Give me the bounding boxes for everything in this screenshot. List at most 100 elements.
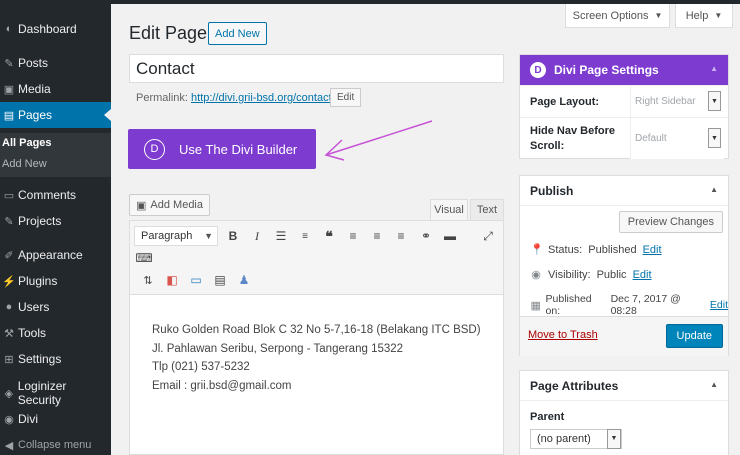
sidebar-item-tools[interactable]: ⚒ Tools <box>0 320 111 346</box>
permalink-link[interactable]: http://divi.grii-bsd.org/contact/ <box>191 92 335 104</box>
add-new-button[interactable]: Add New <box>208 22 267 45</box>
content-line: Tlp (021) 537-5232 <box>152 361 250 373</box>
sidebar-item-pages[interactable]: ▤ Pages <box>0 102 111 128</box>
post-title-input[interactable]: Contact <box>129 54 504 83</box>
sidebar-item-label: Settings <box>18 352 62 366</box>
collapse-arrow-icon[interactable]: ▲ <box>710 185 718 194</box>
publish-actions: Move to Trash Update <box>520 316 728 356</box>
screen-options-label: Screen Options <box>572 9 649 22</box>
format-select-value: Paragraph <box>141 230 193 242</box>
submenu-all-pages[interactable]: All Pages <box>0 133 111 154</box>
visibility-label: Visibility: <box>548 268 591 281</box>
status-value: Published <box>588 243 637 256</box>
dashboard-icon: ◐ <box>5 23 13 35</box>
page-attributes-header[interactable]: Page Attributes ▲ <box>520 371 728 401</box>
settings-icon: ⊞ <box>4 353 14 366</box>
add-media-button[interactable]: ▣ Add Media <box>129 194 210 216</box>
date-edit-link[interactable]: Edit <box>710 299 728 311</box>
shield-icon: ◈ <box>4 387 14 400</box>
sidebar-item-dashboard[interactable]: ◐ Dashboard <box>0 16 111 42</box>
italic-icon[interactable]: I <box>247 226 267 246</box>
bullet-list-icon[interactable]: ☰ <box>271 226 291 246</box>
caret-down-icon: ▼ <box>654 11 663 20</box>
format-select[interactable]: Paragraph ▼ <box>134 226 218 246</box>
divi-icon: ◉ <box>4 413 14 426</box>
publish-panel: Publish ▲ Preview Changes 📍 Status: Publish… <box>519 175 729 356</box>
fullscreen-icon[interactable]: ⤢ <box>478 226 498 246</box>
caret-down-icon: ▼ <box>714 11 723 20</box>
bold-icon[interactable]: B <box>223 226 243 246</box>
divi-settings-header[interactable]: D Divi Page Settings ▲ <box>520 55 728 85</box>
preview-changes-button[interactable]: Preview Changes <box>618 211 723 233</box>
use-divi-builder-button[interactable]: D Use The Divi Builder <box>128 129 316 169</box>
editor-toolbar: Paragraph ▼ B I ☰ ≡ ❝ ≡ ≡ ≡ ⚭ ▬ ⤢ ⌨ ⇅ ◧ ▭… <box>130 221 503 295</box>
sidebar-item-label: Pages <box>18 108 53 122</box>
numbered-list-icon[interactable]: ≡ <box>295 226 315 246</box>
sidebar-item-users[interactable]: ● Users <box>0 294 111 320</box>
caret-down-icon[interactable]: ▼ <box>708 128 721 148</box>
align-right-icon[interactable]: ≡ <box>391 226 411 246</box>
divi-settings-title: Divi Page Settings <box>554 63 659 77</box>
collapse-menu-button[interactable]: ◀ Collapse menu <box>0 432 111 455</box>
sidebar-item-comments[interactable]: ▭ Comments <box>0 182 111 208</box>
caret-down-icon: ▼ <box>204 231 213 241</box>
caret-down-icon[interactable]: ▼ <box>607 429 621 449</box>
link-icon[interactable]: ⚭ <box>416 226 436 246</box>
collapse-arrow-icon[interactable]: ▲ <box>710 64 718 73</box>
status-edit-link[interactable]: Edit <box>643 244 662 256</box>
sidebar-item-plugins[interactable]: ⚡ Plugins <box>0 268 111 294</box>
pin-icon: 📍 <box>530 244 544 256</box>
published-on-line: ▦ Published on: Dec 7, 2017 @ 08:28 Edit <box>530 293 728 317</box>
pages-icon: ▤ <box>3 109 15 122</box>
sidebar-item-label: Divi <box>18 412 38 426</box>
content-editor[interactable]: Paragraph ▼ B I ☰ ≡ ❝ ≡ ≡ ≡ ⚭ ▬ ⤢ ⌨ ⇅ ◧ ▭… <box>129 220 504 455</box>
sidebar-item-projects[interactable]: ✎ Projects <box>0 208 111 234</box>
tab-text[interactable]: Text <box>470 199 504 220</box>
published-on-label: Published on: <box>545 293 592 317</box>
comment-icon: ▭ <box>3 189 15 202</box>
read-more-icon[interactable]: ▬ <box>440 226 460 246</box>
permalink-edit-button[interactable]: Edit <box>330 88 362 107</box>
user-insert-icon[interactable]: ♟ <box>234 270 254 290</box>
visibility-edit-link[interactable]: Edit <box>633 269 652 281</box>
content-line: Ruko Golden Road Blok C 32 No 5-7,16-18 … <box>152 324 481 336</box>
sidebar-item-divi[interactable]: ◉ Divi <box>0 406 111 432</box>
shortcodes-icon[interactable]: ◧ <box>162 270 182 290</box>
sidebar-item-appearance[interactable]: ✐ Appearance <box>0 242 111 268</box>
button-insert-icon[interactable]: ▭ <box>186 270 206 290</box>
media-icon: ▣ <box>3 83 15 96</box>
align-center-icon[interactable]: ≡ <box>367 226 387 246</box>
update-button[interactable]: Update <box>665 324 723 348</box>
sidebar-item-label: Loginizer Security <box>17 379 67 407</box>
page-title: Edit Page <box>129 23 208 43</box>
sidebar-item-label: Plugins <box>18 274 58 288</box>
page-layout-label: Page Layout: <box>530 96 600 108</box>
add-media-label: Add Media <box>150 199 203 211</box>
help-button[interactable]: Help ▼ <box>675 4 733 28</box>
align-left-icon[interactable]: ≡ <box>343 226 363 246</box>
editor-content[interactable]: Ruko Golden Road Blok C 32 No 5-7,16-18 … <box>152 321 481 395</box>
toolbar-toggle-icon[interactable]: ⌨ <box>134 248 154 268</box>
page-attributes-panel: Page Attributes ▲ Parent (no parent) ▼ <box>519 370 729 455</box>
sidebar-item-loginizer[interactable]: ◈ Loginizer Security <box>0 379 111 407</box>
sidebar-item-posts[interactable]: ✎ Posts <box>0 50 111 76</box>
plug-icon: ⚡ <box>2 275 16 288</box>
sidebar-item-settings[interactable]: ⊞ Settings <box>0 346 111 372</box>
submenu-add-new[interactable]: Add New <box>0 154 111 175</box>
sidebar-item-label: Comments <box>18 188 77 202</box>
sidebar-item-media[interactable]: ▣ Media <box>0 76 111 102</box>
parent-select[interactable]: (no parent) ▼ <box>530 429 622 449</box>
caret-down-icon[interactable]: ▼ <box>708 91 721 111</box>
table-icon[interactable]: ▤ <box>210 270 230 290</box>
sidebar-item-label: Posts <box>18 56 49 70</box>
move-to-trash-link[interactable]: Move to Trash <box>528 329 598 341</box>
brush-icon: ✐ <box>4 249 14 262</box>
publish-header[interactable]: Publish ▲ <box>520 176 728 206</box>
screen-options-button[interactable]: Screen Options ▼ <box>565 4 670 28</box>
collapse-icon: ◀ <box>4 439 14 452</box>
divi-logo-icon: D <box>530 62 546 78</box>
collapse-arrow-icon[interactable]: ▲ <box>710 380 718 389</box>
blockquote-icon[interactable]: ❝ <box>319 226 339 246</box>
tab-visual[interactable]: Visual <box>430 199 468 220</box>
upload-icon[interactable]: ⇅ <box>138 270 158 290</box>
